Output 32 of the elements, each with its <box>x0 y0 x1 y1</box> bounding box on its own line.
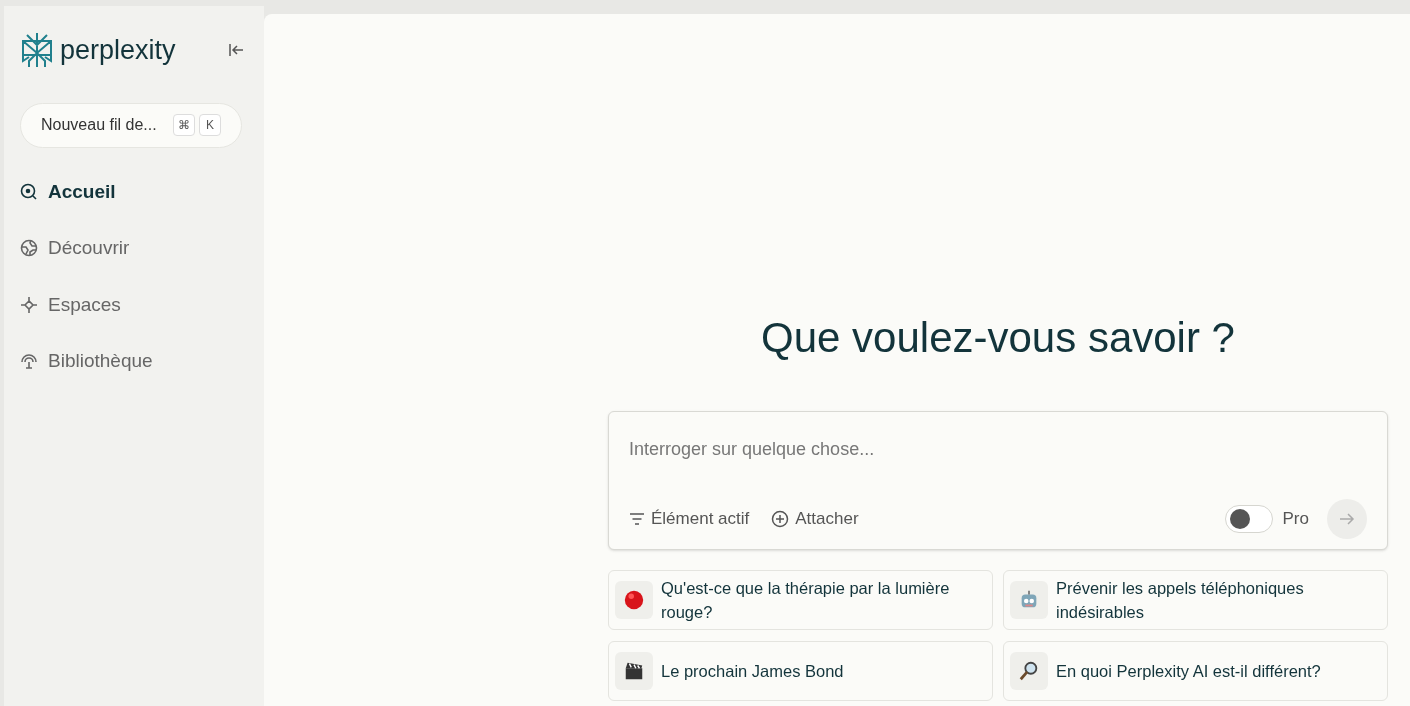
keyboard-key: ⌘ <box>173 114 195 136</box>
collapse-sidebar-icon[interactable] <box>228 43 244 58</box>
new-thread-label: Nouveau fil de... <box>41 115 157 135</box>
plus-circle-icon <box>771 510 790 528</box>
sparkle-icon <box>20 295 38 314</box>
pro-label: Pro <box>1282 508 1309 531</box>
clapper-icon <box>623 660 645 682</box>
globe-icon <box>20 239 38 258</box>
attach-button[interactable]: Attacher <box>771 506 859 532</box>
arrow-right-icon <box>1339 512 1355 526</box>
nav-item[interactable]: Accueil <box>20 177 248 206</box>
new-thread-button[interactable]: Nouveau fil de... ⌘ K <box>20 102 242 148</box>
suggestion-card[interactable]: En quoi Perplexity AI est-il différent? <box>1003 641 1388 701</box>
focus-button[interactable]: Élément actif <box>629 506 750 532</box>
suggestion-card[interactable]: Prévenir les appels téléphoniques indésirables <box>1003 570 1388 630</box>
search-icon <box>20 182 38 201</box>
library-icon <box>20 352 38 371</box>
keyboard-key: K <box>199 114 221 136</box>
nav-item[interactable]: Découvrir <box>20 234 248 263</box>
suggestion-card[interactable]: Qu'est-ce que la thérapie par la lumière rouge? <box>608 570 993 630</box>
filter-icon <box>629 512 645 526</box>
page-heading: Que voulez-vous savoir ? <box>761 313 1235 363</box>
ball-icon <box>623 589 645 611</box>
search-input[interactable]: Interroger sur quelque chose... <box>629 436 1367 463</box>
nav-item[interactable]: Espaces <box>20 290 248 319</box>
logo-icon <box>20 31 54 70</box>
magnifier-icon <box>1018 660 1040 682</box>
suggestion-card[interactable]: Le prochain James Bond <box>608 641 993 701</box>
toggle-knob <box>1229 509 1250 529</box>
nav-item[interactable]: Bibliothèque <box>20 347 248 376</box>
logo-text: perplexity <box>60 34 176 67</box>
pro-toggle[interactable] <box>1224 505 1273 533</box>
